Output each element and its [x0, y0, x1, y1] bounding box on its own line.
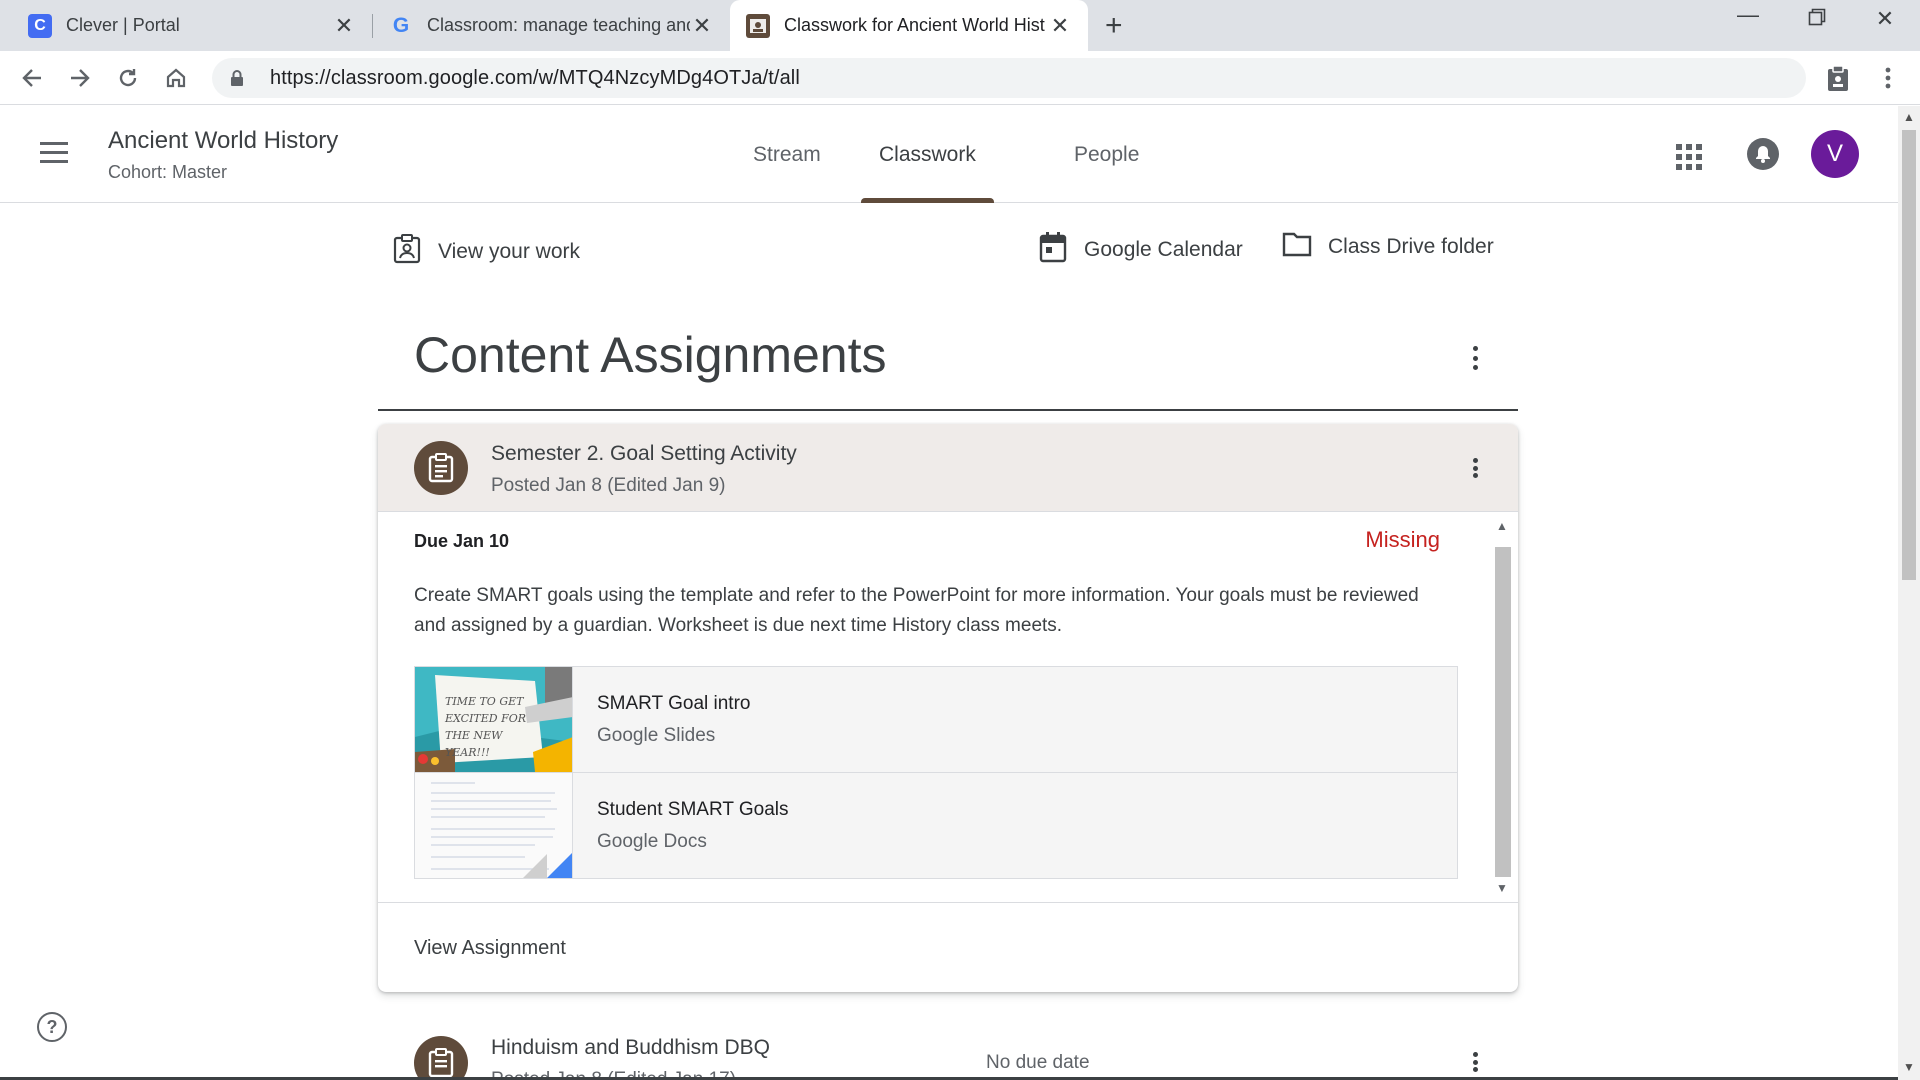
view-work-icon: [392, 234, 422, 270]
page-scroll-down-icon[interactable]: ▼: [1903, 1060, 1915, 1074]
restore-icon[interactable]: [1797, 6, 1837, 32]
minimize-icon[interactable]: —: [1728, 2, 1768, 28]
attachment-slides[interactable]: TIME TO GET EXCITED FOR THE NEW YEAR!!! …: [414, 666, 1458, 773]
tab-title: Classwork for Ancient World Hist: [784, 15, 1045, 35]
google-icon: G: [392, 13, 410, 37]
close-tab-icon[interactable]: ✕: [690, 13, 714, 39]
course-subtitle: Cohort: Master: [108, 162, 228, 182]
assignment-card: Semester 2. Goal Setting Activity Posted…: [378, 424, 1518, 992]
assignment-footer: View Assignment: [378, 902, 1518, 992]
url-text: https://classroom.google.com/w/MTQ4NzcyM…: [270, 66, 800, 89]
tab-people[interactable]: People: [1056, 106, 1157, 203]
assignment-body-scrollbar[interactable]: ▲ ▼: [1492, 513, 1514, 903]
assignment-more-options-icon[interactable]: [1463, 456, 1487, 480]
docs-thumbnail: [415, 773, 573, 878]
tab-classwork[interactable]: Classwork: [861, 106, 994, 203]
view-assignment-link[interactable]: View Assignment: [414, 937, 566, 960]
assignment-more-options-icon[interactable]: [1463, 1050, 1487, 1074]
assignment-body: Due Jan 10 Missing Create SMART goals us…: [378, 513, 1518, 903]
close-tab-icon[interactable]: ✕: [1048, 13, 1072, 39]
google-apps-icon[interactable]: [1676, 144, 1702, 170]
slides-thumbnail-text: TIME TO GET EXCITED FOR THE NEW YEAR!!!: [445, 695, 527, 759]
attachment-name: Student SMART Goals: [597, 799, 789, 820]
calendar-icon: [1038, 231, 1068, 269]
view-your-work-link[interactable]: View your work: [392, 234, 580, 270]
page-scroll-thumb[interactable]: [1902, 130, 1916, 580]
help-icon[interactable]: ?: [37, 1012, 67, 1042]
scroll-up-arrow-icon[interactable]: ▲: [1496, 519, 1508, 533]
attachment-type: Google Docs: [597, 831, 707, 852]
page-scrollbar[interactable]: ▲ ▼: [1898, 106, 1920, 1080]
slides-thumbnail: TIME TO GET EXCITED FOR THE NEW YEAR!!!: [415, 667, 573, 772]
close-window-icon[interactable]: ✕: [1865, 6, 1905, 32]
browser-tab-classwork[interactable]: Classwork for Ancient World Hist ✕: [730, 0, 1088, 51]
attachment-name: SMART Goal intro: [597, 693, 751, 714]
back-icon[interactable]: [14, 60, 50, 96]
assignment-posted-date: Posted Jan 8 (Edited Jan 9): [491, 475, 726, 496]
browser-tab-classroom-help[interactable]: G Classroom: manage teaching and ✕: [373, 0, 730, 51]
page-scroll-up-icon[interactable]: ▲: [1903, 110, 1915, 124]
assignment-title: Semester 2. Goal Setting Activity: [491, 442, 797, 465]
close-tab-icon[interactable]: ✕: [332, 13, 356, 39]
calendar-label: Google Calendar: [1084, 238, 1243, 261]
view-work-label: View your work: [438, 240, 580, 263]
classroom-icon: [746, 13, 770, 38]
assignment-header[interactable]: Semester 2. Goal Setting Activity Posted…: [378, 424, 1518, 512]
main-menu-icon[interactable]: [40, 142, 68, 169]
browser-toolbar: https://classroom.google.com/w/MTQ4NzcyM…: [0, 51, 1920, 105]
scroll-thumb[interactable]: [1495, 547, 1511, 877]
drive-label: Class Drive folder: [1328, 235, 1494, 258]
address-bar[interactable]: https://classroom.google.com/w/MTQ4NzcyM…: [212, 58, 1806, 98]
assignment-description: Create SMART goals using the template an…: [414, 585, 1419, 636]
assignment-icon: [414, 441, 468, 495]
browser-tab-bar: C Clever | Portal ✕ G Classroom: manage …: [0, 0, 1920, 51]
browser-menu-icon[interactable]: [1870, 60, 1906, 96]
attachment-type: Google Slides: [597, 725, 716, 746]
extension-clipboard-icon[interactable]: [1820, 60, 1856, 96]
next-due-date: No due date: [986, 1052, 1090, 1073]
clever-icon: C: [28, 13, 52, 38]
topic-title: Content Assignments: [414, 327, 887, 383]
browser-tab-clever[interactable]: C Clever | Portal ✕: [0, 0, 372, 51]
folder-icon: [1282, 231, 1312, 263]
assignment-icon: [414, 1036, 468, 1080]
attachment-docs[interactable]: Student SMART Goals Google Docs: [414, 772, 1458, 879]
assignment-item-next[interactable]: Hinduism and Buddhism DBQ Posted Jan 8 (…: [378, 1020, 1518, 1080]
topic-divider: [378, 409, 1518, 411]
classroom-header: Ancient World History Cohort: Master Str…: [0, 106, 1898, 203]
tab-title: Classroom: manage teaching and: [427, 15, 690, 35]
new-tab-icon[interactable]: +: [1105, 9, 1123, 43]
lock-icon: [230, 70, 244, 86]
reload-icon[interactable]: [110, 60, 146, 96]
assignment-title: Hinduism and Buddhism DBQ: [491, 1036, 770, 1059]
tab-stream[interactable]: Stream: [735, 106, 839, 203]
status-badge: Missing: [1365, 527, 1440, 552]
due-date: Due Jan 10: [414, 531, 510, 551]
account-avatar[interactable]: V: [1811, 130, 1859, 178]
google-calendar-link[interactable]: Google Calendar: [1038, 231, 1243, 269]
topic-more-options-icon[interactable]: [1463, 344, 1487, 372]
class-drive-folder-link[interactable]: Class Drive folder: [1282, 231, 1494, 263]
course-title[interactable]: Ancient World History: [108, 127, 338, 155]
scroll-down-arrow-icon[interactable]: ▼: [1496, 881, 1508, 895]
notifications-bell-icon[interactable]: [1747, 138, 1779, 170]
forward-icon[interactable]: [62, 60, 98, 96]
home-icon[interactable]: [158, 60, 194, 96]
tab-title: Clever | Portal: [66, 15, 180, 35]
